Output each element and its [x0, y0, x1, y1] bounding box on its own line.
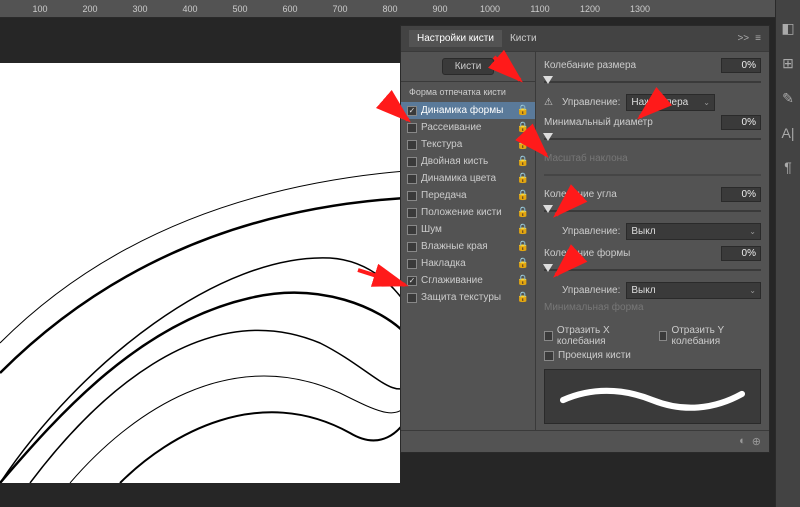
- control-label: Управление:: [562, 226, 620, 237]
- lock-icon[interactable]: 🔒: [517, 207, 529, 218]
- option-color-dynamics[interactable]: Динамика цвета🔒: [401, 170, 535, 187]
- angle-jitter-value[interactable]: 0%: [721, 187, 761, 202]
- checkbox-icon[interactable]: [407, 276, 417, 286]
- lock-icon[interactable]: 🔒: [517, 173, 529, 184]
- lock-icon[interactable]: 🔒: [517, 292, 529, 303]
- lock-icon[interactable]: 🔒: [517, 122, 529, 133]
- control-label: Управление:: [562, 285, 620, 296]
- lock-icon[interactable]: 🔒: [517, 139, 529, 150]
- min-diameter-label: Минимальный диаметр: [544, 117, 715, 128]
- option-brush-pose[interactable]: Положение кисти🔒: [401, 204, 535, 221]
- tilt-scale-label: Масштаб наклона: [544, 153, 715, 164]
- option-transfer[interactable]: Передача🔒: [401, 187, 535, 204]
- tab-brushes[interactable]: Кисти: [502, 30, 545, 47]
- checkbox-icon[interactable]: [407, 106, 417, 116]
- size-jitter-value[interactable]: 0%: [721, 58, 761, 73]
- angle-jitter-label: Колебание угла: [544, 189, 715, 200]
- min-roundness-label: Минимальная форма: [544, 302, 761, 313]
- control-dropdown-roundness[interactable]: Выкл⌄: [626, 282, 761, 299]
- lock-icon[interactable]: 🔒: [517, 224, 529, 235]
- roundness-jitter-slider[interactable]: [544, 264, 761, 276]
- checkbox-icon[interactable]: [407, 157, 417, 167]
- option-buildup[interactable]: Накладка🔒: [401, 255, 535, 272]
- option-texture[interactable]: Текстура🔒: [401, 136, 535, 153]
- paragraph-icon[interactable]: ¶: [784, 159, 792, 175]
- right-toolbar: ◧ ⊞ ✎ A| ¶: [775, 0, 800, 507]
- checkbox-icon[interactable]: [407, 225, 417, 235]
- option-wet-edges[interactable]: Влажные края🔒: [401, 238, 535, 255]
- roundness-jitter-value[interactable]: 0%: [721, 246, 761, 261]
- lock-icon[interactable]: 🔒: [517, 241, 529, 252]
- brush-settings-icon[interactable]: ✎: [782, 90, 794, 107]
- control-dropdown-pen-pressure[interactable]: Нажим пера⌄: [626, 94, 715, 111]
- size-jitter-label: Колебание размера: [544, 60, 715, 71]
- tilt-scale-slider: [544, 169, 761, 181]
- min-diameter-value[interactable]: 0%: [721, 115, 761, 130]
- adjustments-icon[interactable]: ⊞: [782, 55, 794, 72]
- control-dropdown-angle[interactable]: Выкл⌄: [626, 223, 761, 240]
- lock-icon[interactable]: 🔒: [517, 275, 529, 286]
- lock-icon[interactable]: 🔒: [517, 258, 529, 269]
- min-diameter-slider[interactable]: [544, 133, 761, 145]
- horizontal-ruler: 100 200 300 400 500 600 700 800 900 1000…: [0, 0, 775, 18]
- option-protect-texture[interactable]: Защита текстуры🔒: [401, 289, 535, 306]
- panel-footer: ◐ ⊕: [401, 430, 769, 452]
- panel-menu-icon[interactable]: ≡: [755, 33, 761, 44]
- histogram-icon[interactable]: ◧: [781, 20, 794, 37]
- tab-brush-settings[interactable]: Настройки кисти: [409, 30, 502, 47]
- angle-jitter-slider[interactable]: [544, 205, 761, 217]
- flip-x-checkbox[interactable]: Отразить X колебания: [544, 325, 647, 347]
- brushes-button[interactable]: Кисти: [442, 58, 495, 75]
- roundness-jitter-label: Колебание формы: [544, 248, 715, 259]
- shape-dynamics-settings: Колебание размера 0% ⚠ Управление: Нажим пе…: [536, 52, 769, 430]
- new-brush-icon[interactable]: ⊕: [752, 435, 761, 448]
- checkbox-icon[interactable]: [407, 259, 417, 269]
- section-title: Форма отпечатка кисти: [401, 82, 535, 102]
- panel-header: Настройки кисти Кисти >> ≡: [401, 26, 769, 52]
- checkbox-icon[interactable]: [407, 242, 417, 252]
- checkbox-icon[interactable]: [407, 191, 417, 201]
- lock-icon[interactable]: 🔒: [517, 156, 529, 167]
- option-scattering[interactable]: Рассеивание🔒: [401, 119, 535, 136]
- character-icon[interactable]: A|: [782, 125, 795, 141]
- brush-preview: [544, 369, 761, 424]
- checkbox-icon[interactable]: [407, 174, 417, 184]
- option-shape-dynamics[interactable]: Динамика формы🔒: [401, 102, 535, 119]
- brush-projection-checkbox[interactable]: Проекция кисти: [544, 350, 631, 361]
- checkbox-icon[interactable]: [407, 140, 417, 150]
- collapse-icon[interactable]: >>: [737, 33, 749, 44]
- flip-y-checkbox[interactable]: Отразить Y колебания: [659, 325, 761, 347]
- preview-stroke-icon: [560, 382, 745, 412]
- option-dual-brush[interactable]: Двойная кисть🔒: [401, 153, 535, 170]
- lock-icon[interactable]: 🔒: [517, 190, 529, 201]
- toggle-preview-icon[interactable]: ◐: [739, 435, 746, 448]
- warning-icon: ⚠: [544, 97, 556, 108]
- option-noise[interactable]: Шум🔒: [401, 221, 535, 238]
- brush-settings-panel: Настройки кисти Кисти >> ≡ Кисти Форма о…: [400, 25, 770, 453]
- lock-icon[interactable]: 🔒: [517, 105, 529, 116]
- checkbox-icon[interactable]: [407, 293, 417, 303]
- control-label: Управление:: [562, 97, 620, 108]
- size-jitter-slider[interactable]: [544, 76, 761, 88]
- checkbox-icon[interactable]: [407, 208, 417, 218]
- brush-options-list: Кисти Форма отпечатка кисти Динамика фор…: [401, 52, 536, 430]
- checkbox-icon[interactable]: [407, 123, 417, 133]
- document-canvas[interactable]: [0, 63, 400, 483]
- brush-strokes: [0, 63, 400, 483]
- option-smoothing[interactable]: Сглаживание🔒: [401, 272, 535, 289]
